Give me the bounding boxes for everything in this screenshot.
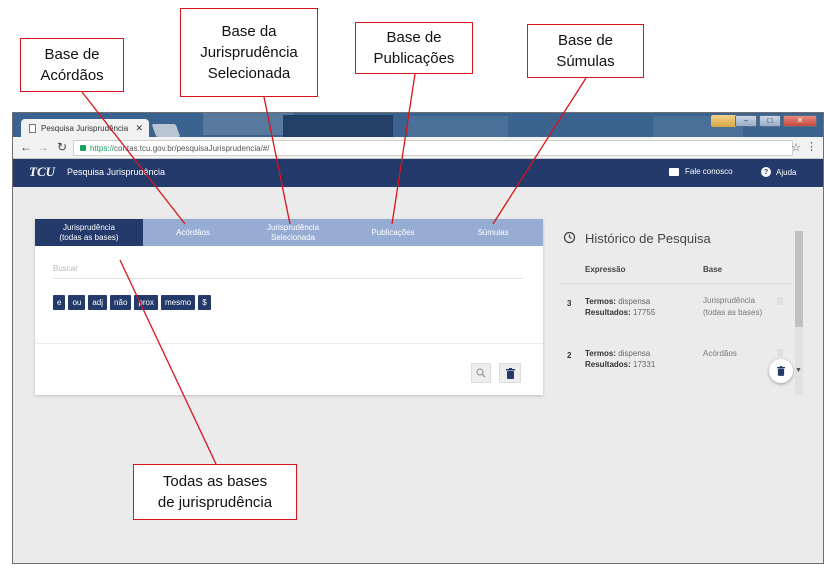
operator-buttons: e ou adj não prox mesmo $: [53, 295, 211, 310]
help-icon: ?: [761, 167, 771, 177]
history-column-base: Base: [703, 265, 723, 274]
terms-label: Termos:: [585, 297, 616, 306]
history-title: Histórico de Pesquisa: [585, 231, 711, 246]
window-close-icon[interactable]: ✕: [783, 115, 817, 127]
card-divider: [35, 343, 543, 344]
tcu-logo[interactable]: TCU: [29, 164, 55, 180]
blurred-tab: [408, 116, 508, 137]
terms-label: Termos:: [585, 349, 616, 358]
callout-base-acordaos: Base de Acórdãos: [20, 38, 124, 92]
bookmark-star-icon[interactable]: ☆: [791, 141, 801, 154]
trash-icon: [505, 367, 515, 379]
operator-nao-button[interactable]: não: [110, 295, 132, 310]
terms-value: dispensa: [618, 349, 651, 358]
operator-mesmo-button[interactable]: mesmo: [160, 295, 196, 310]
history-clock-icon: [563, 231, 576, 244]
history-row-number: 2: [567, 351, 572, 360]
search-body: e ou adj não prox mesmo $: [53, 259, 523, 310]
callout-base-publicacoes: Base de Publicações: [355, 22, 473, 74]
new-tab-button[interactable]: [151, 124, 181, 137]
trash-icon: [777, 366, 785, 376]
clear-button[interactable]: [499, 363, 521, 383]
tab-jurisprudencia-selecionada[interactable]: Jurisprudência Selecionada: [243, 219, 343, 246]
history-row-number: 3: [567, 299, 572, 308]
browser-tab-title: Pesquisa Jurisprudência: [41, 123, 129, 133]
history-row-expression[interactable]: Termos: dispensa Resultados: 17331: [585, 348, 655, 370]
address-bar: ← → ↻ https://contas.tcu.gov.br/pesquisa…: [13, 137, 823, 159]
history-row-base: Jurisprudência (todas as bases): [703, 296, 763, 317]
scroll-down-icon[interactable]: ▼: [795, 367, 802, 374]
forward-arrow-icon[interactable]: →: [37, 140, 49, 154]
help-label: Ajuda: [776, 167, 797, 177]
tab-label: Súmulas: [477, 227, 509, 237]
browser-tab-strip: Pesquisa Jurisprudência ✕ – □ ✕: [13, 113, 823, 137]
history-row-delete-icon[interactable]: [777, 349, 783, 357]
back-arrow-icon[interactable]: ←: [20, 140, 32, 154]
page-icon: [29, 123, 36, 133]
window-controls: – □ ✕: [735, 115, 817, 127]
search-card: Jurisprudência (todas as bases) Acórdãos…: [35, 219, 543, 395]
tab-jurisprudencia-todas[interactable]: Jurisprudência (todas as bases): [35, 219, 143, 246]
contact-label: Fale conosco: [685, 167, 733, 176]
minimize-icon[interactable]: –: [735, 115, 757, 127]
search-input[interactable]: [53, 259, 523, 279]
operator-adj-button[interactable]: adj: [88, 295, 108, 310]
history-row-base: Acórdãos: [703, 349, 737, 358]
results-value: 17755: [633, 308, 656, 317]
results-label: Resultados:: [585, 308, 631, 317]
blurred-tab: [283, 115, 393, 137]
history-column-expression: Expressão: [585, 265, 626, 274]
tab-label: Publicações: [371, 227, 415, 237]
operator-prox-button[interactable]: prox: [134, 295, 158, 310]
results-label: Resultados:: [585, 360, 631, 369]
callout-todas-as-bases: Todas as bases de jurisprudência: [133, 464, 297, 520]
search-icon: [476, 368, 486, 378]
browser-tab-active[interactable]: Pesquisa Jurisprudência ✕: [21, 119, 149, 137]
reload-icon[interactable]: ↻: [57, 140, 67, 154]
tab-publicacoes[interactable]: Publicações: [343, 219, 443, 246]
close-icon[interactable]: ✕: [135, 123, 143, 134]
url-path: contas.tcu.gov.br/pesquisaJurisprudencia…: [114, 143, 270, 153]
url-field[interactable]: https://contas.tcu.gov.br/pesquisaJurisp…: [73, 140, 793, 156]
app-title[interactable]: Pesquisa Jurisprudência: [67, 167, 165, 177]
operator-e-button[interactable]: e: [53, 295, 66, 310]
search-button[interactable]: [471, 363, 491, 383]
tab-label: Jurisprudência (todas as bases): [59, 222, 119, 242]
callout-base-sumulas: Base de Súmulas: [527, 24, 644, 78]
scrollbar-thumb[interactable]: [795, 231, 803, 327]
url-scheme: https://: [90, 143, 115, 153]
tab-label: Jurisprudência Selecionada: [266, 222, 320, 242]
results-value: 17331: [633, 360, 656, 369]
operator-dollar-button[interactable]: $: [198, 295, 211, 310]
terms-value: dispensa: [618, 297, 651, 306]
tab-acordaos[interactable]: Acórdãos: [143, 219, 243, 246]
app-navbar: TCU Pesquisa Jurisprudência Fale conosco…: [13, 159, 823, 187]
tab-sumulas[interactable]: Súmulas: [443, 219, 543, 246]
lock-icon: [80, 145, 86, 151]
history-divider: [561, 283, 791, 284]
maximize-icon[interactable]: □: [759, 115, 781, 127]
tab-label: Acórdãos: [176, 227, 210, 237]
history-row-expression[interactable]: Termos: dispensa Resultados: 17755: [585, 296, 655, 318]
help-link[interactable]: ? Ajuda: [761, 167, 796, 177]
contact-link[interactable]: Fale conosco: [669, 167, 733, 176]
history-row-delete-icon[interactable]: [777, 297, 783, 305]
chat-icon: [669, 167, 679, 176]
blurred-tab: [203, 113, 293, 135]
operator-ou-button[interactable]: ou: [68, 295, 86, 310]
clear-history-button[interactable]: [769, 359, 793, 383]
base-tabs: Jurisprudência (todas as bases) Acórdãos…: [35, 219, 543, 246]
browser-menu-icon[interactable]: ⋮: [806, 140, 817, 153]
callout-base-jurisprudencia-selecionada: Base da Jurisprudência Selecionada: [180, 8, 318, 97]
